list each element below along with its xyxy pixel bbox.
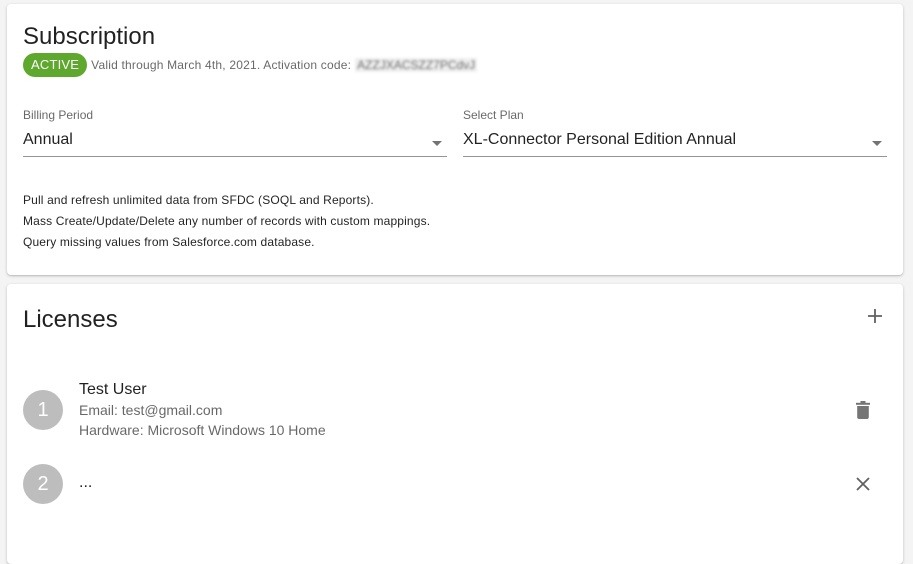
license-details: Test User Email: test@gmail.com Hardware… <box>79 380 326 440</box>
license-details: ... <box>79 473 92 493</box>
feature-line: Pull and refresh unlimited data from SFD… <box>23 193 374 207</box>
remove-license-button[interactable] <box>851 472 875 496</box>
licenses-title: Licenses <box>23 306 118 333</box>
billing-period-select[interactable]: Billing Period Annual <box>23 108 447 157</box>
license-number-avatar: 2 <box>23 464 63 504</box>
activation-code: AZZJXACSZZ7PCdvJ <box>355 58 478 72</box>
plan-value: XL-Connector Personal Edition Annual <box>463 131 737 148</box>
subscription-title: Subscription <box>23 23 156 50</box>
subscription-card: Subscription ACTIVE Valid through March … <box>7 4 903 275</box>
license-number-avatar: 1 <box>23 390 63 430</box>
licenses-card: Licenses 1 Test User Email: test@gmail.c… <box>7 284 903 564</box>
license-user-name: Test User <box>79 381 147 398</box>
dropdown-arrow-icon <box>432 141 442 146</box>
license-item: 1 Test User Email: test@gmail.com Hardwa… <box>23 380 887 442</box>
subscription-status: ACTIVE Valid through March 4th, 2021. Ac… <box>23 53 478 77</box>
billing-period-label: Billing Period <box>23 108 94 122</box>
billing-period-value: Annual <box>23 131 73 148</box>
plus-icon <box>868 309 882 323</box>
feature-line: Query missing values from Salesforce.com… <box>23 235 315 249</box>
delete-license-button[interactable] <box>851 398 875 422</box>
license-hardware: Hardware: Microsoft Windows 10 Home <box>79 422 326 438</box>
plan-label: Select Plan <box>463 108 524 122</box>
valid-through-text: Valid through March 4th, 2021. Activatio… <box>91 58 352 72</box>
plan-features: Pull and refresh unlimited data from SFD… <box>23 190 430 253</box>
status-badge: ACTIVE <box>23 53 88 77</box>
license-email: Email: test@gmail.com <box>79 402 223 418</box>
trash-icon <box>856 401 870 419</box>
dropdown-arrow-icon <box>872 141 882 146</box>
close-icon <box>856 477 870 491</box>
license-item: 2 ... <box>23 464 887 504</box>
feature-line: Mass Create/Update/Delete any number of … <box>23 214 431 228</box>
plan-select[interactable]: Select Plan XL-Connector Personal Editio… <box>463 108 887 157</box>
license-user-name: ... <box>79 474 93 491</box>
add-license-button[interactable] <box>861 302 889 330</box>
